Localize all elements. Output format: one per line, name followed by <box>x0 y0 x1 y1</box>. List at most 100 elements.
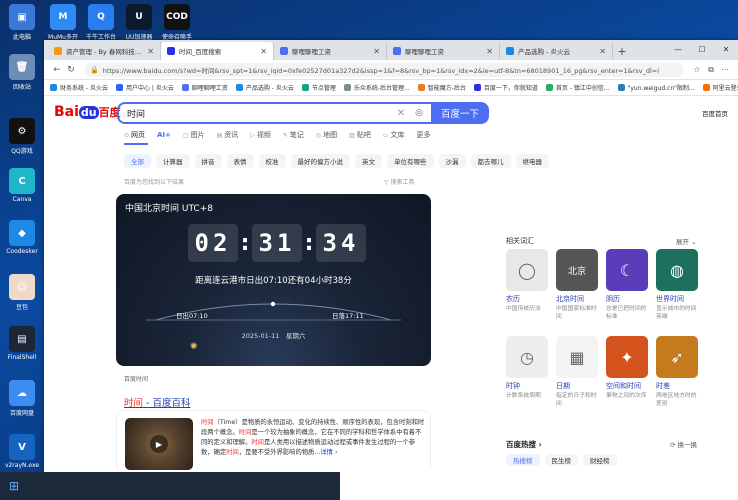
hot-tab[interactable]: 民生榜 <box>544 454 578 466</box>
tab-close-icon[interactable]: ✕ <box>486 47 493 56</box>
filter-chip[interactable]: 校准 <box>258 154 286 168</box>
bookmark-label: "yun.weigud.cn"限制... <box>627 85 695 92</box>
clock-digits: 02 : 31 : 34 <box>188 224 366 262</box>
tab-close-icon[interactable]: ✕ <box>260 47 267 56</box>
browser-tab[interactable]: 聊哩聊哩工资 ✕ <box>387 42 500 60</box>
desktop-icon[interactable]: COD 使命召唤手 <box>158 0 196 44</box>
tab-label: 聊哩聊哩工资 <box>405 48 444 56</box>
filter-chip[interactable]: 继电器 <box>515 154 549 168</box>
sunrise-countdown: 距离连云港市日出07:10还有04小时38分 <box>195 276 352 286</box>
filter-chip[interactable]: 单位有哪些 <box>387 154 434 168</box>
filter-chip[interactable]: 表情 <box>226 154 254 168</box>
filter-chip[interactable]: 拼音 <box>194 154 222 168</box>
bookmark-item[interactable]: 用户中心 | 炎火云 <box>115 83 174 92</box>
camera-icon[interactable]: ◎ <box>415 108 423 118</box>
details-link[interactable]: 详情 › <box>320 449 337 456</box>
related-item[interactable]: ➶ 时差 两地区地方时的差别 <box>656 336 700 408</box>
result-title-link[interactable]: 时间 - 百度百科 <box>124 395 190 409</box>
bookmark-item[interactable]: 阿里云登录页 <box>702 83 738 92</box>
bookmark-item[interactable]: 百度一下，你就知道 <box>473 83 538 92</box>
minimize-icon[interactable]: — <box>666 40 690 60</box>
refresh-button[interactable]: ⟳ 换一换 <box>670 439 697 449</box>
search-nav-tab[interactable]: ✎ 笔记 <box>283 130 304 140</box>
bookmark-item[interactable]: 节点管理 <box>301 83 336 92</box>
search-nav-tab[interactable]: ⊙ 网页 <box>124 130 145 140</box>
related-item[interactable]: 北京 北京时间 中国国家标准时间 <box>556 249 600 321</box>
close-icon[interactable]: ✕ <box>714 40 738 60</box>
desktop-icon[interactable]: M MuMu多开 <box>44 0 82 44</box>
search-nav-tab[interactable]: ◎ 地图 <box>316 130 337 140</box>
bookmark-item[interactable]: 财务系统 - 炎火云 <box>50 83 108 92</box>
browser-tab[interactable]: 聊哩聊哩工资 ✕ <box>274 42 387 60</box>
tab-close-icon[interactable]: ✕ <box>599 47 606 56</box>
search-nav-tab[interactable]: ▢ 图片 <box>183 130 205 140</box>
desktop-icon[interactable]: U UU加速器 <box>120 0 158 44</box>
baidu-home-link[interactable]: 百度首页 <box>702 108 728 118</box>
baidu-logo[interactable]: Bai du 百度 <box>54 104 121 120</box>
related-item[interactable]: ◯ 农历 中国传统历法 <box>506 249 550 313</box>
related-item[interactable]: ☾ 阴历 总是已把时间的标准 <box>606 249 650 321</box>
browser-tab[interactable]: 时间_百度搜索 ✕ <box>161 42 274 60</box>
filter-chip[interactable]: 最好的偏方小说 <box>290 154 350 168</box>
search-tools[interactable]: ▽ 搜索工具 <box>384 177 415 186</box>
search-nav-tab[interactable]: ▭ 文库 <box>383 130 405 140</box>
bookmark-item[interactable]: "yun.weigud.cn"限制... <box>617 83 695 92</box>
search-nav-tab[interactable]: ▤ 资讯 <box>217 130 239 140</box>
filter-chip[interactable]: 计算器 <box>156 154 190 168</box>
desktop-icon[interactable]: ◆ Coodesker <box>2 220 42 255</box>
refresh-icon[interactable]: ↻ <box>64 65 78 75</box>
hot-search-title[interactable]: 百度热搜 › <box>506 439 542 450</box>
tab-close-icon[interactable]: ✕ <box>373 47 380 56</box>
related-desc: 两地区地方时的差别 <box>656 393 697 407</box>
desktop-icon[interactable]: Vv2rayN.exe <box>2 434 42 469</box>
active-tab-indicator <box>124 143 148 145</box>
url-input[interactable]: 🔒 https://www.baidu.com/s?wd=时间&rsv_spt=… <box>84 62 684 77</box>
search-nav-tab[interactable]: ▥ 贴吧 <box>349 130 371 140</box>
hot-tab[interactable]: 财经榜 <box>583 454 617 466</box>
video-thumbnail[interactable]: ▶ <box>125 418 193 470</box>
related-item[interactable]: ▦ 日期 指定的日子和时间 <box>556 336 600 408</box>
desktop-icon[interactable]: 🗑 回收站 <box>2 54 42 91</box>
menu-icon[interactable]: ⋯ <box>718 65 732 75</box>
bookmark-item[interactable]: 首页 - 镇江中创信... <box>545 83 610 92</box>
search-nav-tab[interactable]: ▷ 视频 <box>250 130 271 140</box>
time-card-title: 中国北京时间 UTC+8 <box>125 204 213 214</box>
filter-chip[interactable]: 沙漏 <box>438 154 466 168</box>
windows-start-icon[interactable]: ⊞ <box>0 472 28 500</box>
related-item[interactable]: ✦ 空间和时间 事物之间的次序 <box>606 336 650 400</box>
search-button[interactable]: 百度一下 <box>431 102 489 124</box>
nav-tab-label: 文库 <box>390 131 405 139</box>
desktop-icon[interactable]: ▤ FinalShell <box>2 326 42 361</box>
maximize-icon[interactable]: ☐ <box>690 40 714 60</box>
desktop-icon[interactable]: C Canva <box>2 168 42 203</box>
nav-tab-icon: ▥ <box>349 131 355 139</box>
filter-chip[interactable]: 全部 <box>124 154 151 168</box>
hot-tab[interactable]: 热搜榜 <box>506 454 540 466</box>
browser-tab[interactable]: 资产管理 - By 春网科技 - 腾助您 ✕ <box>48 42 161 60</box>
back-icon[interactable]: ← <box>50 65 64 75</box>
bookmark-item[interactable]: 产品选购 - 炎火云 <box>235 83 294 92</box>
app-icon: U <box>126 4 152 30</box>
expand-button[interactable]: 展开 ⌄ <box>676 236 697 246</box>
desktop-icon[interactable]: ☁ 百度网盘 <box>2 380 42 417</box>
search-nav-tab[interactable]: 更多 <box>417 130 431 140</box>
filter-chip[interactable]: 都去哪儿 <box>470 154 511 168</box>
search-input[interactable]: 时间 ✕ ◎ <box>117 102 431 124</box>
browser-tab[interactable]: 产品选购 - 炎火云 ✕ <box>500 42 613 60</box>
desktop-icon[interactable]: ☺ 豆包 <box>2 274 42 311</box>
search-nav-tab[interactable]: AI+ <box>157 130 171 140</box>
bookmark-item[interactable]: 乐众系统-后台管理... <box>343 83 410 92</box>
desktop-icon[interactable]: Q 千牛工作台 <box>82 0 120 44</box>
related-item[interactable]: ◍ 世界时间 显示城市的时间英雄 <box>656 249 700 321</box>
related-item[interactable]: ◷ 时钟 计数系统周期 <box>506 336 550 400</box>
clear-icon[interactable]: ✕ <box>397 108 405 119</box>
star-icon[interactable]: ☆ <box>690 65 704 75</box>
desktop-icon[interactable]: ⚙ QQ游戏 <box>2 118 42 155</box>
extensions-icon[interactable]: ⧉ <box>704 65 718 75</box>
desktop-icon[interactable]: ▣ 此电脑 <box>2 4 42 41</box>
tab-close-icon[interactable]: ✕ <box>147 47 154 56</box>
bookmark-item[interactable]: 聊哩聊哩工资 <box>181 83 228 92</box>
new-tab-button[interactable]: + <box>613 42 631 60</box>
filter-chip[interactable]: 英文 <box>355 154 382 168</box>
bookmark-item[interactable]: 智能魔方-后台 <box>417 83 466 92</box>
